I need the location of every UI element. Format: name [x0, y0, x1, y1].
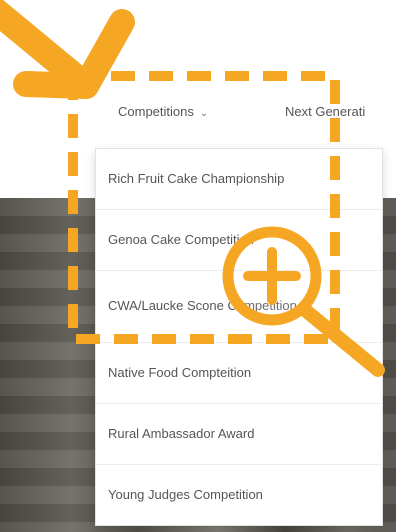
dropdown-item-rural-ambassador[interactable]: Rural Ambassador Award	[96, 404, 382, 465]
nav-item-next-generation[interactable]: Next Generati	[285, 104, 396, 119]
dropdown-item-label: CWA/Laucke Scone Competition	[108, 298, 297, 314]
dropdown-item-native-food[interactable]: Native Food Compteition	[96, 343, 382, 404]
dropdown-item-cwa-laucke-scone[interactable]: CWA/Laucke Scone Competition	[96, 271, 382, 343]
nav-competitions-label: Competitions	[118, 104, 194, 119]
chevron-down-icon: ⌄	[199, 108, 209, 119]
dropdown-item-genoa-cake[interactable]: Genoa Cake Competition	[96, 210, 382, 271]
dropdown-item-label: Young Judges Competition	[108, 487, 263, 503]
dropdown-item-rich-fruit-cake[interactable]: Rich Fruit Cake Championship	[96, 149, 382, 210]
dropdown-item-label: Rich Fruit Cake Championship	[108, 170, 285, 186]
nav-next-label: Next Generati	[285, 104, 366, 119]
top-nav: Competitions ⌄ Next Generati	[0, 96, 396, 132]
dropdown-item-young-judges[interactable]: Young Judges Competition	[96, 465, 382, 526]
arrow-icon	[0, 0, 135, 99]
dropdown-item-label: Native Food Compteition	[108, 364, 252, 380]
competitions-dropdown: Rich Fruit Cake Championship Genoa Cake …	[95, 148, 383, 526]
dropdown-item-label: Rural Ambassador Award	[108, 425, 255, 441]
dropdown-item-label: Genoa Cake Competition	[108, 231, 254, 247]
nav-item-competitions[interactable]: Competitions ⌄	[118, 104, 208, 119]
